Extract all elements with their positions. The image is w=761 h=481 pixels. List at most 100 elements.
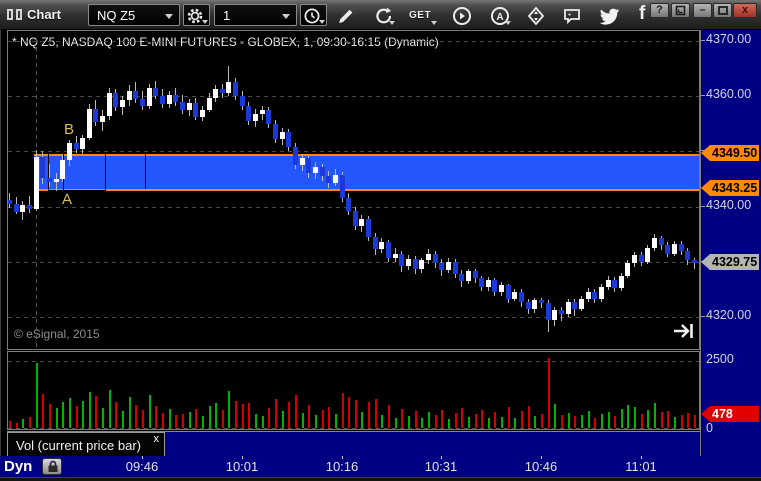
volume-bar [255,414,257,428]
dock-button[interactable] [671,3,690,18]
go-to-latest-bar-button[interactable] [672,321,696,341]
volume-bar [89,392,91,428]
candle [592,292,597,299]
candle [552,310,557,320]
volume-bar [368,402,370,428]
interval-dropdown[interactable]: 1 [214,4,297,26]
lock-icon [48,460,58,472]
comment-bubble-icon [564,9,580,25]
time-tick [441,456,442,459]
candle [672,244,677,254]
candle [233,82,238,96]
get-data-button[interactable]: GET [408,4,438,26]
volume-bar [42,394,44,428]
volume-bar [687,413,689,428]
volume-bar [548,358,550,428]
volume-study-tab[interactable]: Vol (current price bar) x [7,432,165,457]
dynamic-mode-button[interactable]: Dyn [4,458,32,475]
candle [419,260,424,269]
volume-bar [647,410,649,428]
chevron-down-icon [505,21,511,25]
volume-bar [162,413,164,428]
help-button[interactable]: ? [650,3,669,18]
symbol-dropdown[interactable]: NQ Z5 [88,4,180,26]
interval-value: 1 [223,8,231,23]
close-tab-icon[interactable]: x [154,433,160,445]
volume-bar [588,411,590,428]
candle [173,95,178,102]
volume-bar [109,390,111,428]
candle [187,103,192,110]
time-tick [641,456,642,459]
price-axis[interactable]: 4370.00 4360.00 4340.00 4320.00 4349.50 4343.… [701,30,761,477]
candle [346,198,351,211]
volume-bar [76,406,78,428]
volume-bar [441,410,443,428]
close-button[interactable]: x [733,3,757,18]
copyright-text: © eSignal, 2015 [14,327,100,341]
volume-bar [435,415,437,428]
volume-bar [248,403,250,428]
candle [526,302,531,309]
volume-bar [195,409,197,428]
time-label: 10:31 [424,459,458,474]
price-gridline [8,41,699,42]
candle [499,285,504,292]
candle [8,200,12,204]
dock-icon [675,5,686,16]
price-label: 4340.00 [706,198,752,212]
volume-bar [674,417,676,428]
volume-bar [594,418,596,428]
price-chart-pane[interactable]: * NQ Z5, NASDAQ 100 E-MINI FUTURES - GLO… [7,30,700,350]
chevron-down-icon [431,21,437,25]
candle [366,219,371,237]
volume-bar [262,416,264,428]
candle [353,211,358,226]
refresh-button[interactable] [372,4,396,26]
candle [645,248,650,262]
chat-button[interactable] [560,4,584,26]
candle [566,302,571,314]
lock-button[interactable] [42,458,62,475]
pencil-icon [339,9,353,24]
candle [579,299,584,309]
volume-bar [355,400,357,428]
candle [213,89,218,98]
candle [359,219,364,226]
volume-bar [468,417,470,428]
volume-bar [175,415,177,428]
minimize-button[interactable]: – [693,3,712,18]
maximize-button[interactable] [713,3,732,18]
candle [160,96,165,104]
chevron-down-icon [389,21,395,25]
volume-bar [322,410,324,428]
window-bottom-frame [0,477,761,481]
candle [93,109,98,122]
candle [47,178,52,182]
price-alert-button[interactable] [524,4,548,26]
volume-bar [62,402,64,428]
twitter-share-button[interactable] [596,4,620,26]
draw-tool-button[interactable] [334,4,358,26]
candle [107,93,112,116]
price-badge: 4349.50 [701,145,759,161]
maximize-icon [717,6,728,15]
diamond-arrows-icon [527,6,545,26]
volume-bar [488,418,490,428]
price-gridline [8,151,699,152]
volume-bar [541,414,543,428]
candle [599,287,604,299]
auto-trade-button[interactable]: A [488,4,512,26]
symbol-settings-button[interactable] [183,4,210,26]
replay-button[interactable] [450,4,474,26]
time-label: 11:01 [625,459,657,474]
volume-bar [561,415,563,428]
interval-clock-button[interactable] [300,4,327,26]
candle [280,132,285,139]
time-label: 09:46 [125,459,159,474]
time-axis[interactable]: Dyn 09:46 10:01 10:16 10:31 10:46 11:01 [0,456,761,477]
volume-bar [641,414,643,428]
candle [453,262,458,274]
volume-pane[interactable] [7,351,700,430]
volume-bar [421,418,423,428]
